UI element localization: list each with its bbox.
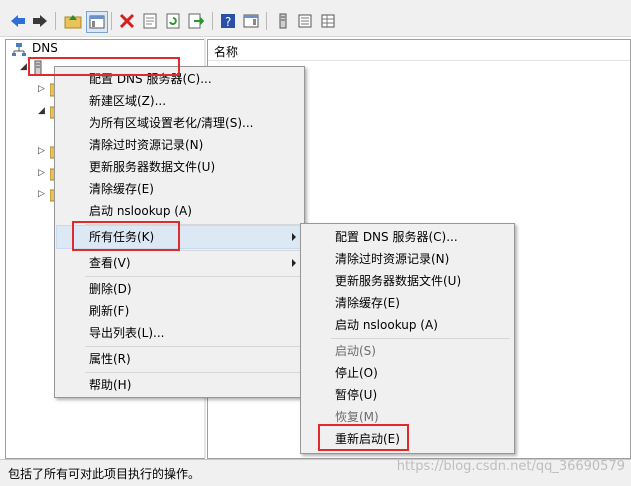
menu-separator: [85, 346, 300, 347]
all-tasks-submenu: 配置 DNS 服务器(C)... 清除过时资源记录(N) 更新服务器数据文件(U…: [300, 223, 515, 454]
menu-item-set-aging[interactable]: 为所有区域设置老化/清理(S)...: [57, 112, 302, 134]
submenu-arrow-icon: [292, 259, 296, 267]
toolbar-separator: [111, 12, 112, 30]
submenu-item-scavenge-records[interactable]: 清除过时资源记录(N): [303, 248, 512, 270]
annotation-box-all-tasks: [72, 221, 180, 251]
collapsed-chevron-icon[interactable]: ▷: [38, 84, 45, 94]
list-view-icon[interactable]: [295, 11, 315, 31]
menu-item-delete[interactable]: 删除(D): [57, 278, 302, 300]
column-header-label: 名称: [214, 45, 239, 59]
annotation-box-server-node: [28, 57, 180, 76]
up-folder-icon[interactable]: [63, 11, 83, 31]
show-hide-action-pane-icon[interactable]: [241, 11, 261, 31]
toolbar: ?: [0, 6, 631, 37]
menu-item-view[interactable]: 查看(V): [57, 252, 302, 274]
show-hide-console-tree-icon[interactable]: [86, 11, 108, 33]
submenu-item-pause[interactable]: 暂停(U): [303, 384, 512, 406]
collapsed-chevron-icon[interactable]: ▷: [38, 189, 45, 199]
tree-root-dns[interactable]: DNS: [32, 41, 58, 55]
column-header-name[interactable]: 名称: [208, 40, 630, 61]
submenu-item-clear-cache[interactable]: 清除缓存(E): [303, 292, 512, 314]
annotation-box-restart: [318, 424, 409, 451]
server-icon[interactable]: [273, 11, 293, 31]
menu-item-refresh[interactable]: 刷新(F): [57, 300, 302, 322]
toolbar-separator: [55, 12, 56, 30]
svg-text:?: ?: [225, 15, 231, 29]
menu-item-export-list[interactable]: 导出列表(L)...: [57, 322, 302, 344]
submenu-item-configure-dns[interactable]: 配置 DNS 服务器(C)...: [303, 226, 512, 248]
submenu-item-update-data-files[interactable]: 更新服务器数据文件(U): [303, 270, 512, 292]
submenu-item-stop[interactable]: 停止(O): [303, 362, 512, 384]
submenu-item-launch-nslookup[interactable]: 启动 nslookup (A): [303, 314, 512, 336]
delete-icon[interactable]: [117, 11, 137, 31]
menu-separator: [85, 372, 300, 373]
status-text: 包括了所有可对此项目执行的操作。: [8, 467, 201, 481]
detail-view-icon[interactable]: [318, 11, 338, 31]
back-arrow-icon[interactable]: [8, 11, 28, 31]
submenu-arrow-icon: [292, 233, 296, 241]
menu-item-update-data-files[interactable]: 更新服务器数据文件(U): [57, 156, 302, 178]
forward-arrow-icon[interactable]: [30, 11, 50, 31]
toolbar-separator: [266, 12, 267, 30]
menu-separator: [85, 276, 300, 277]
expanded-chevron-icon[interactable]: ◢: [20, 62, 27, 72]
help-icon[interactable]: ?: [218, 11, 238, 31]
expanded-chevron-icon[interactable]: ◢: [38, 106, 45, 116]
menu-item-properties[interactable]: 属性(R): [57, 348, 302, 370]
menu-separator: [331, 338, 510, 339]
toolbar-separator: [212, 12, 213, 30]
submenu-item-start: 启动(S): [335, 344, 376, 358]
menu-item-clear-cache[interactable]: 清除缓存(E): [57, 178, 302, 200]
collapsed-chevron-icon[interactable]: ▷: [38, 168, 45, 178]
menu-item-help[interactable]: 帮助(H): [57, 374, 302, 396]
properties-icon[interactable]: [140, 11, 160, 31]
collapsed-chevron-icon[interactable]: ▷: [38, 146, 45, 156]
menu-item-new-zone[interactable]: 新建区域(Z)...: [57, 90, 302, 112]
dns-root-icon: [12, 42, 26, 59]
export-list-icon[interactable]: [186, 11, 206, 31]
refresh-icon[interactable]: [163, 11, 183, 31]
menu-item-launch-nslookup[interactable]: 启动 nslookup (A): [57, 200, 302, 222]
watermark-text: https://blog.csdn.net/qq_36690579: [396, 459, 625, 474]
menu-item-scavenge-records[interactable]: 清除过时资源记录(N): [57, 134, 302, 156]
